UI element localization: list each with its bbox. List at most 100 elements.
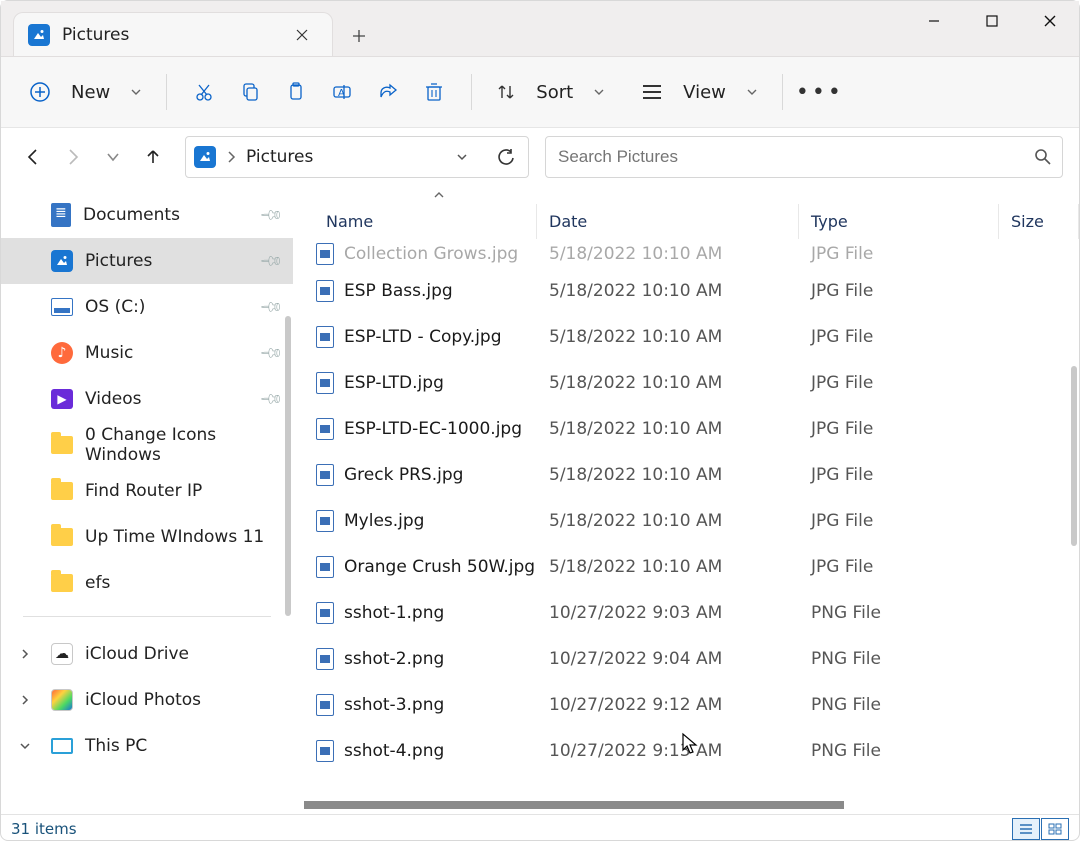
video-icon: ▶	[51, 389, 73, 409]
sidebar-item-label: This PC	[85, 736, 147, 756]
pin-icon: 📌︎	[258, 248, 284, 274]
file-icon	[316, 372, 334, 394]
sidebar-item[interactable]: Up Time WIndows 11	[1, 514, 293, 560]
column-header-name[interactable]: Name	[294, 204, 537, 239]
refresh-button[interactable]	[492, 143, 520, 171]
sidebar-item[interactable]: iCloud Photos	[1, 677, 293, 723]
rename-button[interactable]: A	[319, 72, 365, 112]
breadcrumb-location[interactable]: Pictures	[246, 147, 313, 167]
toolbar-separator	[166, 74, 167, 110]
share-button[interactable]	[365, 72, 411, 112]
file-icon	[316, 418, 334, 440]
status-bar: 31 items	[1, 814, 1079, 842]
file-row[interactable]: Greck PRS.jpg5/18/2022 10:10 AMJPG File	[294, 452, 1079, 498]
up-button[interactable]	[135, 139, 171, 175]
horizontal-scrollbar-thumb[interactable]	[304, 801, 844, 809]
expander-icon[interactable]	[19, 740, 31, 752]
file-row[interactable]: ESP-LTD.jpg5/18/2022 10:10 AMJPG File	[294, 360, 1079, 406]
sidebar-scrollbar[interactable]	[285, 316, 291, 616]
new-tab-button[interactable]	[339, 16, 379, 56]
forward-button[interactable]	[55, 139, 91, 175]
sidebar-item[interactable]: Pictures📌︎	[1, 238, 293, 284]
file-row[interactable]: ESP-LTD-EC-1000.jpg5/18/2022 10:10 AMJPG…	[294, 406, 1079, 452]
file-icon	[316, 280, 334, 302]
view-button[interactable]: View	[631, 72, 768, 112]
search-input[interactable]	[556, 146, 1034, 168]
navigation-sidebar: Documents📌︎Pictures📌︎OS (C:)📌︎♪Music📌︎ ▶ V…	[1, 186, 294, 814]
sidebar-item[interactable]: ♪Music📌︎	[1, 330, 293, 376]
file-row[interactable]: Collection Grows.jpg5/18/2022 10:10 AMJP…	[294, 240, 1079, 268]
sidebar-item[interactable]: Documents📌︎	[1, 192, 293, 238]
file-type: JPG File	[799, 327, 999, 347]
file-type: JPG File	[799, 419, 999, 439]
sidebar-item[interactable]: Find Router IP	[1, 468, 293, 514]
sidebar-item-label: Videos	[85, 389, 142, 409]
file-date: 5/18/2022 10:10 AM	[537, 511, 799, 531]
file-icon	[316, 602, 334, 624]
sidebar-item[interactable]: 0 Change Icons Windows	[1, 422, 293, 468]
horizontal-scrollbar-track[interactable]	[304, 798, 1059, 812]
expander-icon[interactable]	[19, 648, 31, 660]
sidebar-item[interactable]: efs	[1, 560, 293, 606]
view-button-label: View	[673, 72, 736, 112]
sidebar-item-label: 0 Change Icons Windows	[85, 425, 281, 465]
back-button[interactable]	[15, 139, 51, 175]
group-collapse-button[interactable]	[424, 186, 454, 204]
vertical-scrollbar[interactable]	[1071, 366, 1077, 546]
file-row[interactable]: ESP-LTD - Copy.jpg5/18/2022 10:10 AMJPG …	[294, 314, 1079, 360]
pin-icon: 📌︎	[258, 294, 284, 320]
search-bar[interactable]	[545, 136, 1063, 178]
file-row[interactable]: sshot-2.png10/27/2022 9:04 AMPNG File	[294, 636, 1079, 682]
sort-button[interactable]: Sort	[486, 72, 615, 112]
column-headers: Name Date Type Size	[294, 204, 1079, 240]
paste-button[interactable]	[273, 72, 319, 112]
file-icon	[316, 556, 334, 578]
more-options-button[interactable]: •••	[797, 72, 843, 112]
file-date: 5/18/2022 10:10 AM	[537, 373, 799, 393]
thumbnails-view-toggle[interactable]	[1041, 818, 1069, 840]
address-history-dropdown[interactable]	[448, 143, 476, 171]
file-row[interactable]: Myles.jpg5/18/2022 10:10 AMJPG File	[294, 498, 1079, 544]
file-date: 5/18/2022 10:10 AM	[537, 465, 799, 485]
file-row[interactable]: ESP Bass.jpg5/18/2022 10:10 AMJPG File	[294, 268, 1079, 314]
close-window-button[interactable]	[1021, 1, 1079, 41]
file-row[interactable]: sshot-3.png10/27/2022 9:12 AMPNG File	[294, 682, 1079, 728]
sidebar-item[interactable]: ▶ Videos 📌︎	[1, 376, 293, 422]
file-row[interactable]: sshot-1.png10/27/2022 9:03 AMPNG File	[294, 590, 1079, 636]
column-header-size[interactable]: Size	[999, 204, 1079, 239]
tab-title: Pictures	[62, 25, 129, 45]
view-mode-toggles	[1012, 818, 1069, 840]
file-date: 10/27/2022 9:03 AM	[537, 603, 799, 623]
sidebar-item[interactable]: ☁︎iCloud Drive	[1, 631, 293, 677]
recent-locations-button[interactable]	[95, 139, 131, 175]
expander-icon[interactable]	[19, 694, 31, 706]
delete-button[interactable]	[411, 72, 457, 112]
folder-icon	[51, 482, 73, 500]
pin-icon: 📌︎	[258, 386, 284, 412]
file-name: ESP-LTD.jpg	[344, 373, 444, 393]
address-bar[interactable]: Pictures	[185, 136, 529, 178]
chevron-right-icon[interactable]	[226, 150, 236, 164]
tab-close-button[interactable]	[290, 23, 314, 47]
cut-button[interactable]	[181, 72, 227, 112]
file-row[interactable]: Orange Crush 50W.jpg5/18/2022 10:10 AMJP…	[294, 544, 1079, 590]
pin-icon: 📌︎	[258, 340, 284, 366]
column-header-date[interactable]: Date	[537, 204, 799, 239]
sidebar-item[interactable]: This PC	[1, 723, 293, 769]
file-date: 10/27/2022 9:04 AM	[537, 649, 799, 669]
new-button[interactable]: New	[19, 72, 152, 112]
copy-button[interactable]	[227, 72, 273, 112]
window-tab[interactable]: Pictures	[13, 12, 333, 56]
maximize-button[interactable]	[963, 1, 1021, 41]
main-area: Documents📌︎Pictures📌︎OS (C:)📌︎♪Music📌︎ ▶ V…	[1, 186, 1079, 814]
nav-history-controls	[15, 139, 171, 175]
sidebar-item[interactable]: OS (C:)📌︎	[1, 284, 293, 330]
file-date: 5/18/2022 10:10 AM	[537, 327, 799, 347]
details-view-toggle[interactable]	[1012, 818, 1040, 840]
search-icon[interactable]	[1034, 148, 1052, 166]
file-row[interactable]: sshot-4.png10/27/2022 9:13 AMPNG File	[294, 728, 1079, 774]
sort-button-label: Sort	[526, 72, 583, 112]
toolbar-separator	[782, 74, 783, 110]
minimize-button[interactable]	[905, 1, 963, 41]
column-header-type[interactable]: Type	[799, 204, 999, 239]
